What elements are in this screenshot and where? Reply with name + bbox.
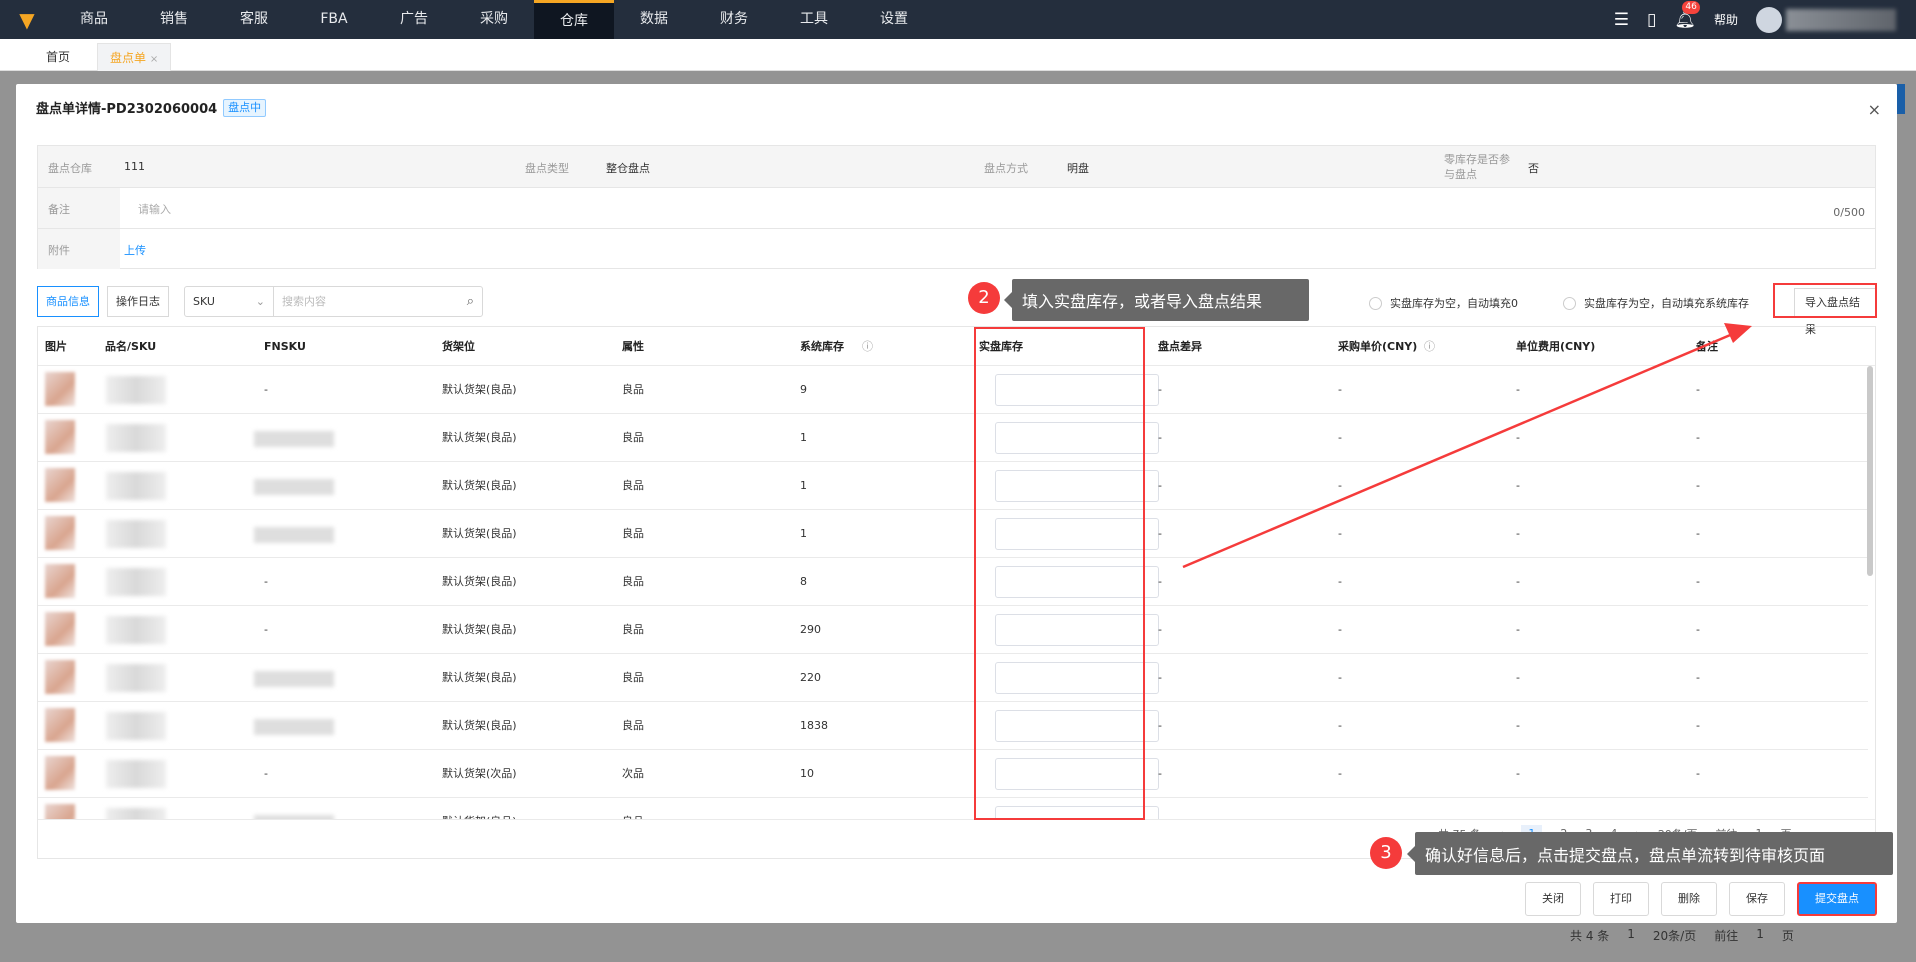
arrow-annotation xyxy=(1182,323,1752,569)
